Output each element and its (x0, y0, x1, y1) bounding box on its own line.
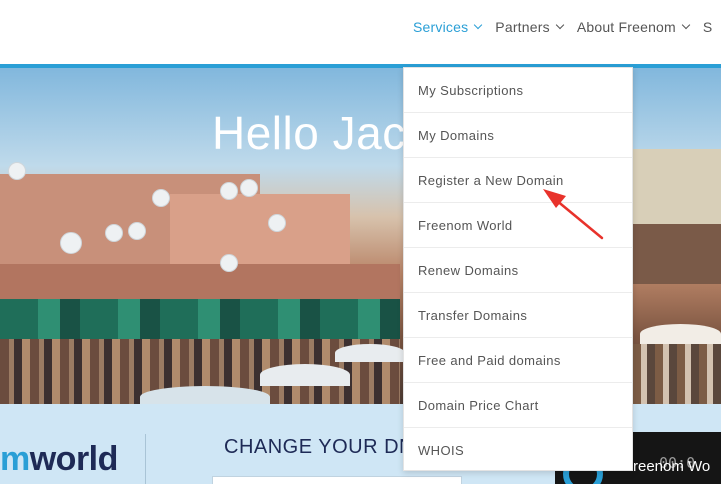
nav-partners[interactable]: Partners (495, 19, 565, 35)
satellite-dish (240, 179, 258, 197)
menu-item-domain-price-chart[interactable]: Domain Price Chart (404, 383, 632, 428)
nav-partners-label: Partners (495, 19, 550, 35)
domain-search-input[interactable] (212, 476, 462, 484)
logo-suffix: world (29, 440, 119, 478)
menu-item-my-domains[interactable]: My Domains (404, 113, 632, 158)
satellite-dish (105, 224, 123, 242)
chevron-down-icon (474, 20, 483, 30)
nav-about-label: About Freenom (576, 19, 676, 35)
menu-item-my-subscriptions[interactable]: My Subscriptions (404, 68, 632, 113)
market-umbrella (640, 324, 721, 344)
video-title: reenom Wo (633, 458, 711, 475)
menu-item-register-new-domain[interactable]: Register a New Domain (404, 158, 632, 203)
market-umbrella (140, 386, 270, 404)
nav-services-label: Services (413, 19, 469, 35)
services-dropdown-menu: My Subscriptions My Domains Register a N… (403, 67, 633, 471)
hero-building (0, 264, 400, 304)
menu-item-free-and-paid-domains[interactable]: Free and Paid domains (404, 338, 632, 383)
hero-building (630, 224, 721, 284)
menu-item-transfer-domains[interactable]: Transfer Domains (404, 293, 632, 338)
satellite-dish (128, 222, 146, 240)
menu-item-freenom-world[interactable]: Freenom World (404, 203, 632, 248)
band-divider (145, 434, 146, 484)
market-stalls (633, 344, 721, 404)
menu-item-renew-domains[interactable]: Renew Domains (404, 248, 632, 293)
market-umbrella (260, 364, 350, 386)
logo-prefix: m (0, 440, 30, 478)
main-nav: Services Partners About Freenom S (413, 19, 712, 35)
change-dns-heading: CHANGE YOUR DN (224, 436, 414, 458)
satellite-dish (220, 254, 238, 272)
hero-greeting: Hello Jac (212, 107, 406, 159)
satellite-dish (268, 214, 286, 232)
satellite-dish (220, 182, 238, 200)
menu-item-whois[interactable]: WHOIS (404, 428, 632, 473)
satellite-dish (60, 232, 82, 254)
freenom-world-logo[interactable]: mworld (0, 440, 118, 479)
market-awnings (0, 299, 400, 339)
nav-services[interactable]: Services (413, 19, 483, 35)
satellite-dish (152, 189, 170, 207)
satellite-dish (8, 162, 26, 180)
chevron-down-icon (681, 20, 691, 30)
hero-building (170, 194, 350, 274)
market-umbrella (335, 344, 405, 362)
nav-overflow-label: S (702, 19, 713, 35)
nav-about-freenom[interactable]: About Freenom (576, 19, 691, 35)
top-navigation-bar: Services Partners About Freenom S (0, 0, 721, 64)
chevron-down-icon (555, 20, 565, 30)
nav-overflow-item[interactable]: S (703, 19, 713, 35)
